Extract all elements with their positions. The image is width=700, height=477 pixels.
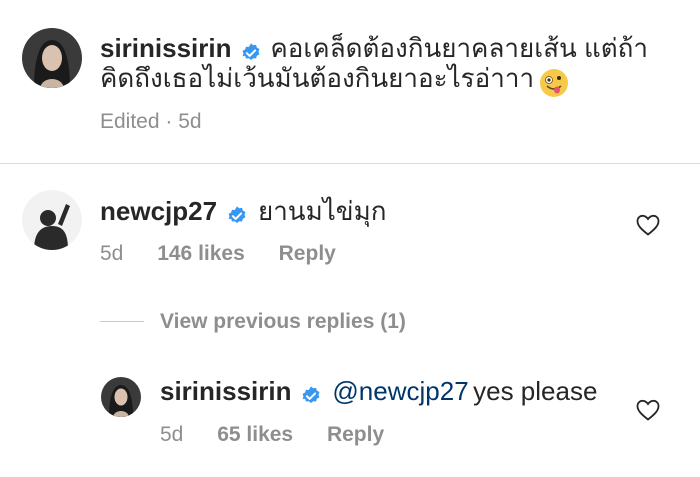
replies-divider-line	[100, 321, 144, 322]
verified-badge-icon	[228, 206, 245, 223]
view-previous-replies-button[interactable]: View previous replies (1)	[160, 310, 406, 334]
comment-avatar[interactable]	[22, 190, 82, 250]
caption-text-line2: คิดถึงเธอไม่เว้นมันต้องกินยาอะไรอ่าาา	[100, 63, 535, 93]
reply-likes[interactable]: 65 likes	[217, 423, 293, 446]
crazy-face-emoji-icon	[539, 68, 569, 98]
comment-likes[interactable]: 146 likes	[157, 242, 245, 265]
reply-username[interactable]: sirinissirin	[160, 376, 292, 406]
reply-mention-link[interactable]: @newcjp27	[332, 376, 468, 406]
heart-icon[interactable]	[636, 214, 660, 241]
reply-text: yes please	[473, 376, 598, 406]
comment-username[interactable]: newcjp27	[100, 196, 217, 226]
caption-username[interactable]: sirinissirin	[100, 33, 232, 63]
reply-reply-button[interactable]: Reply	[327, 423, 384, 446]
verified-badge-icon	[302, 386, 320, 403]
caption-edited-time: Edited · 5d	[100, 110, 202, 133]
comment-text: ยานมไข่มุก	[257, 196, 387, 226]
reply-time: 5d	[160, 423, 184, 446]
comment-reply-button[interactable]: Reply	[279, 242, 336, 265]
reply-avatar[interactable]	[101, 377, 141, 417]
caption-text-line1: คอเคล็ดต้องกินยาคลายเส้น แต่ถ้า	[270, 33, 648, 63]
heart-icon[interactable]	[636, 399, 660, 426]
caption-avatar[interactable]	[22, 28, 82, 88]
divider	[0, 163, 700, 164]
comment-time: 5d	[100, 242, 124, 265]
